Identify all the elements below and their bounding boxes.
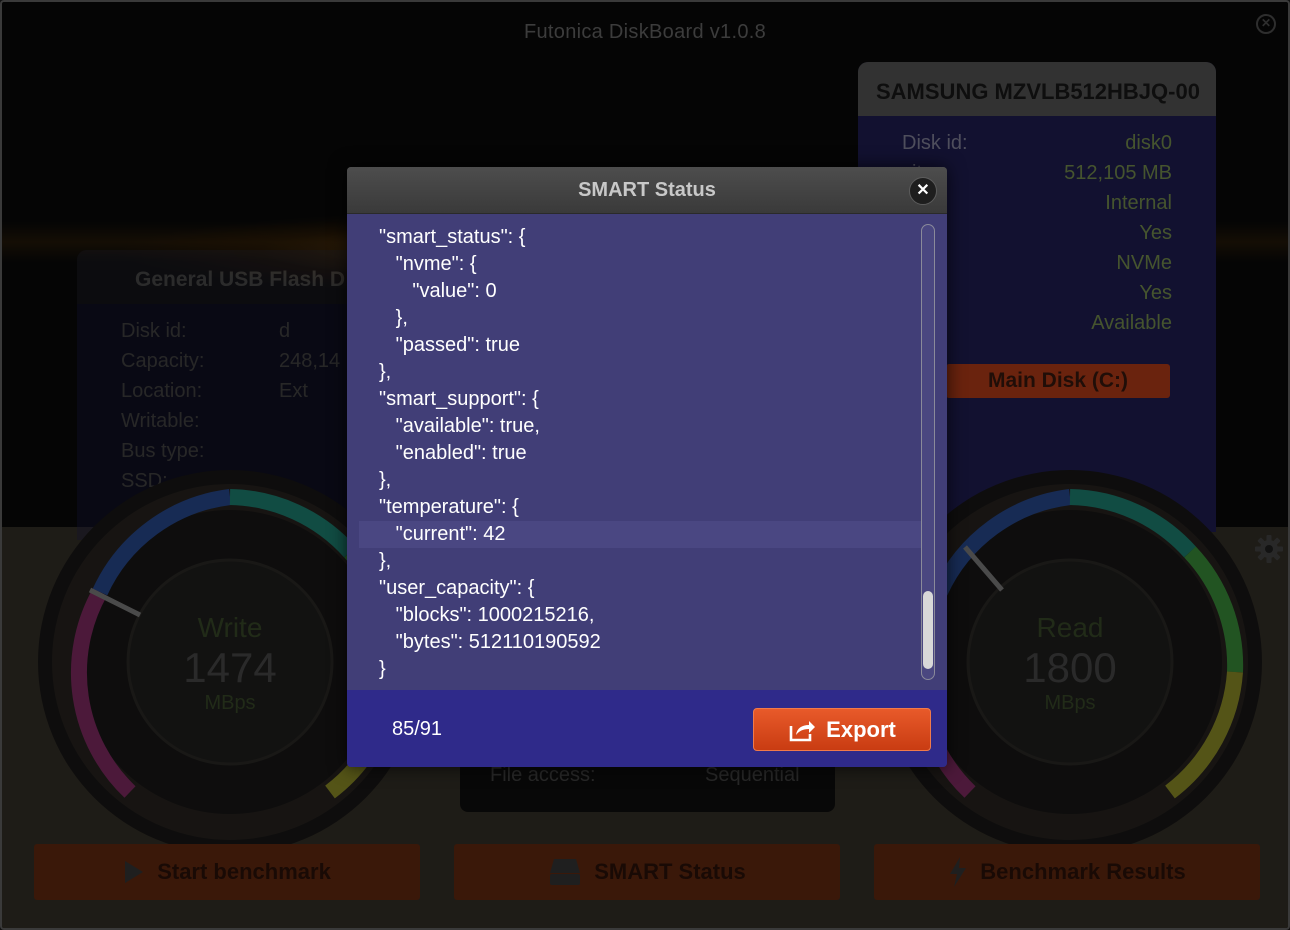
json-lines: "smart_status": { "nvme": { "value": 0 }… — [359, 224, 921, 683]
write-unit: MBps — [204, 692, 256, 714]
smart-status-button[interactable]: SMART Status — [454, 844, 840, 900]
disk-info-row: Disk id: d — [77, 320, 377, 350]
smart-status-dialog: SMART Status ✕ "smart_status": { "nvme":… — [347, 167, 947, 767]
export-button[interactable]: Export — [753, 708, 931, 751]
disk-info-value: 248,14 — [279, 350, 341, 372]
json-line: }, — [379, 469, 392, 491]
export-label: Export — [826, 716, 896, 742]
write-title: Write — [197, 612, 263, 643]
read-title: Read — [1036, 612, 1104, 643]
disk-info-label: Disk id: — [121, 320, 187, 342]
lightning-icon — [950, 857, 967, 887]
start-benchmark-button[interactable]: Start benchmark — [34, 844, 420, 900]
json-line: "smart_support": { — [379, 388, 539, 410]
json-line: }, — [379, 550, 392, 572]
smart-json-view[interactable]: "smart_status": { "nvme": { "value": 0 }… — [347, 214, 947, 690]
disk-info-value: Available — [1091, 312, 1172, 334]
disk-info-value: Yes — [1139, 282, 1172, 304]
json-line: "blocks": 1000215216, — [379, 604, 595, 626]
close-icon[interactable]: ✕ — [909, 177, 937, 205]
read-unit: MBps — [1044, 692, 1096, 714]
disk-card-title: SAMSUNG MZVLB512HBJQ-00 — [858, 62, 1216, 116]
file-access-value[interactable]: Sequential — [705, 764, 800, 787]
json-line: "temperature": { — [379, 496, 519, 518]
scrollbar[interactable] — [921, 224, 935, 680]
dialog-title: SMART Status — [347, 167, 947, 214]
benchmark-results-button[interactable]: Benchmark Results — [874, 844, 1260, 900]
disk-info-row: Writable: — [77, 410, 377, 440]
read-value: 1800 — [1023, 644, 1117, 691]
json-line: "nvme": { — [379, 253, 477, 275]
gear-icon[interactable] — [1254, 534, 1284, 564]
export-icon — [789, 720, 816, 741]
disk-info-label: Bus type: — [121, 440, 205, 462]
smart-status-label: SMART Status — [594, 859, 746, 884]
disk-info-value: Internal — [1105, 192, 1172, 214]
json-line: "bytes": 512110190592 — [379, 631, 601, 653]
disk-info-row: Capacity: 248,14 — [77, 350, 377, 380]
disk-info-value: disk0 — [1125, 132, 1172, 154]
disk-info-value: NVMe — [1116, 252, 1172, 274]
app-window: Futonica DiskBoard v1.0.8 ✕ General USB … — [0, 0, 1290, 930]
disk-info-label: Disk id: — [902, 132, 968, 154]
scrollbar-thumb[interactable] — [923, 591, 933, 669]
json-line: "available": true, — [379, 415, 540, 437]
disk-info-label: Writable: — [121, 410, 200, 432]
disk-info-row: Disk id: disk0 — [858, 132, 1216, 162]
json-line: "smart_status": { — [379, 226, 526, 248]
json-line: }, — [379, 307, 408, 329]
disk-info-label: Location: — [121, 380, 203, 402]
disk-info-value: Ext — [279, 380, 308, 402]
benchmark-results-label: Benchmark Results — [980, 859, 1186, 884]
json-line: "passed": true — [379, 334, 520, 356]
start-benchmark-label: Start benchmark — [157, 859, 331, 884]
disk-info-row: Location: Ext — [77, 380, 377, 410]
disk-info-value: Yes — [1139, 222, 1172, 244]
main-disk-badge: Main Disk (C:) — [946, 364, 1170, 398]
disk-drive-icon — [550, 859, 581, 885]
json-line: "enabled": true — [379, 442, 527, 464]
window-close-icon[interactable]: ✕ — [1256, 14, 1276, 34]
write-value: 1474 — [183, 644, 277, 691]
json-line: "current": 42 — [359, 521, 921, 548]
json-line: }, — [379, 361, 392, 383]
json-line: "user_capacity": { — [379, 577, 535, 599]
file-access-label: File access: — [490, 764, 596, 786]
json-line: } — [379, 658, 386, 680]
page-counter: 85/91 — [392, 718, 443, 740]
disk-info-value: 512,105 MB — [1064, 162, 1172, 184]
dialog-footer: 85/91 Export — [347, 690, 947, 767]
json-line: "value": 0 — [379, 280, 497, 302]
play-icon — [125, 861, 144, 883]
disk-card-title: General USB Flash D — [77, 250, 377, 304]
disk-info-value: d — [279, 320, 291, 342]
disk-info-label: Capacity: — [121, 350, 205, 372]
